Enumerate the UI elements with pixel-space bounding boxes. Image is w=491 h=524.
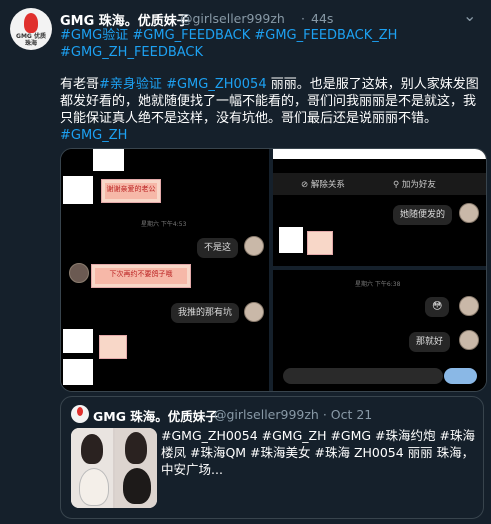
profile-action-bar: ⊘ 解除关系 ⚲ 加为好友 bbox=[273, 173, 486, 195]
chat-timestamp: 星期六 下午4:53 bbox=[141, 221, 187, 228]
hashtag-link[interactable]: #GMG_ZH0054 bbox=[166, 77, 267, 92]
chat-avatar bbox=[244, 236, 264, 256]
redaction-box bbox=[273, 149, 486, 159]
chat-avatar bbox=[69, 263, 89, 283]
body-prefix: 有老哥 bbox=[60, 77, 100, 92]
person-figure bbox=[123, 468, 151, 504]
flame-logo-icon bbox=[24, 13, 38, 33]
sticker-image: 下次再约不要鸽子哦 bbox=[91, 264, 191, 288]
tweet-body: 有老哥#亲身验证 #GMG_ZH0054 丽丽。也是服了这妹，别人家妹发图都发好… bbox=[60, 76, 485, 144]
chat-screenshot-right[interactable]: ⊘ 解除关系 ⚲ 加为好友 她随便发的 星期六 下午6:38 😳 那就好 bbox=[273, 149, 486, 391]
chat-bubble: 不是这 bbox=[197, 238, 239, 258]
quoted-text: #GMG_ZH0054 #GMG_ZH #GMG #珠海约炮 #珠海楼凤 #珠海… bbox=[161, 428, 475, 477]
sticker-image bbox=[307, 231, 333, 255]
user-handle[interactable]: @girlseller999zh bbox=[180, 11, 285, 26]
chat-bubble: 那就好 bbox=[409, 332, 451, 352]
redaction-box bbox=[63, 176, 93, 204]
redaction-box bbox=[93, 149, 124, 171]
redaction-box bbox=[279, 227, 303, 253]
avatar[interactable]: GMG 优质 珠海 bbox=[10, 8, 52, 50]
sticker-text: 下次再约不要鸽子哦 bbox=[95, 268, 187, 284]
chat-avatar bbox=[459, 203, 479, 223]
status-bar bbox=[273, 149, 486, 173]
hashtag-link[interactable]: #GMG_ZH bbox=[60, 128, 127, 143]
avatar-logo-text: GMG 优质 珠海 bbox=[16, 33, 46, 47]
media-grid[interactable]: 谢谢亲爱的老公 星期六 下午4:53 不是这 下次再约不要鸽子哦 我推的那有坑 … bbox=[60, 148, 487, 392]
hashtag-line[interactable]: #GMG验证 #GMG_FEEDBACK #GMG_FEEDBACK_ZH #G… bbox=[60, 27, 480, 61]
more-icon[interactable]: ⌄ bbox=[463, 6, 476, 25]
hashtag-link[interactable]: #亲身验证 bbox=[99, 77, 162, 92]
quoted-handle: @girlseller999zh · Oct 21 bbox=[214, 407, 373, 422]
chat-timestamp: 星期六 下午6:38 bbox=[355, 281, 401, 288]
chat-avatar bbox=[459, 330, 479, 350]
flame-logo-icon bbox=[77, 407, 83, 416]
redaction-box bbox=[63, 329, 93, 353]
sticker-image: 谢谢亲爱的老公 bbox=[101, 179, 161, 203]
quoted-thumbnail[interactable] bbox=[71, 428, 157, 508]
sticker-image bbox=[99, 335, 127, 359]
chat-avatar bbox=[459, 296, 479, 316]
sticker-text: 谢谢亲爱的老公 bbox=[105, 183, 157, 199]
quoted-tweet[interactable]: GMG 珠海。优质妹子 @girlseller999zh · Oct 21 #G… bbox=[60, 396, 484, 519]
person-figure bbox=[81, 434, 103, 464]
chat-bubble: 我推的那有坑 bbox=[171, 303, 240, 323]
chat-bubble: 她随便发的 bbox=[393, 205, 453, 225]
media-divider bbox=[273, 266, 486, 270]
add-friend-button[interactable]: ⚲ 加为好友 bbox=[393, 178, 436, 190]
timestamp[interactable]: 44s bbox=[311, 11, 333, 26]
unfriend-button[interactable]: ⊘ 解除关系 bbox=[301, 178, 345, 190]
quoted-avatar[interactable] bbox=[71, 405, 89, 423]
chat-input[interactable] bbox=[283, 368, 443, 384]
chat-screenshot-left[interactable]: 谢谢亲爱的老公 星期六 下午4:53 不是这 下次再约不要鸽子哦 我推的那有坑 bbox=[61, 149, 269, 391]
chat-avatar bbox=[244, 302, 264, 322]
quoted-display-name: GMG 珠海。优质妹子 bbox=[93, 409, 218, 424]
person-figure bbox=[79, 468, 109, 506]
person-figure bbox=[125, 432, 147, 464]
separator: · bbox=[301, 11, 305, 26]
send-button[interactable] bbox=[444, 368, 477, 384]
redaction-box bbox=[63, 359, 93, 385]
emoji-bubble: 😳 bbox=[425, 297, 450, 317]
